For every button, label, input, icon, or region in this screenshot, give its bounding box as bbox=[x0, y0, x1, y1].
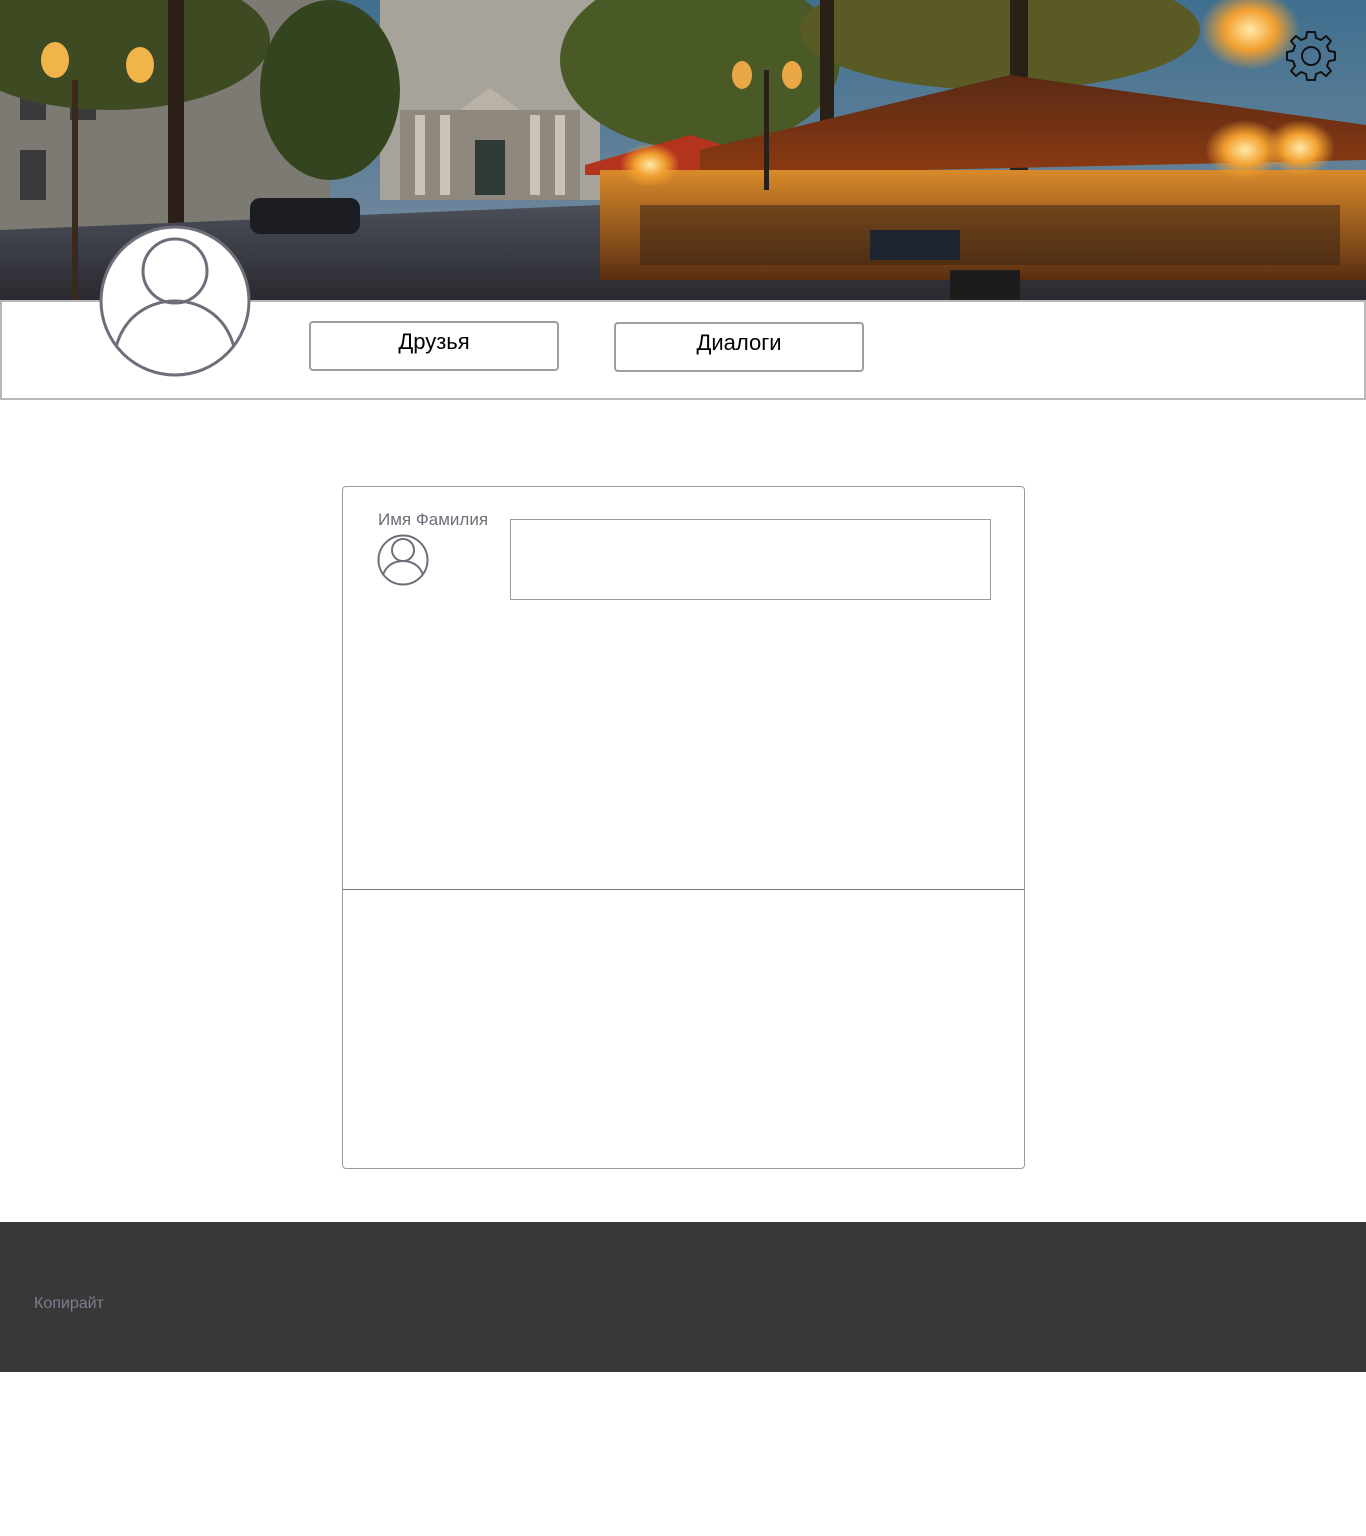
dialogs-button-label: Диалоги bbox=[696, 330, 782, 355]
user-avatar-icon[interactable] bbox=[99, 225, 251, 377]
copyright-text: Копирайт bbox=[34, 1295, 104, 1312]
friends-button-label: Друзья bbox=[398, 329, 470, 354]
dialogs-button[interactable]: Диалоги bbox=[614, 322, 864, 372]
user-avatar-icon[interactable] bbox=[377, 534, 429, 586]
post-card: Имя Фамилия bbox=[342, 486, 1025, 1169]
footer: Копирайт bbox=[0, 1222, 1366, 1372]
post-input[interactable] bbox=[510, 519, 991, 600]
card-divider bbox=[343, 889, 1024, 890]
gear-icon[interactable] bbox=[1284, 29, 1338, 83]
page: Друзья Диалоги Имя Фамилия Копирайт bbox=[0, 0, 1366, 1536]
friends-button[interactable]: Друзья bbox=[309, 321, 559, 371]
author-name: Имя Фамилия bbox=[378, 510, 489, 529]
